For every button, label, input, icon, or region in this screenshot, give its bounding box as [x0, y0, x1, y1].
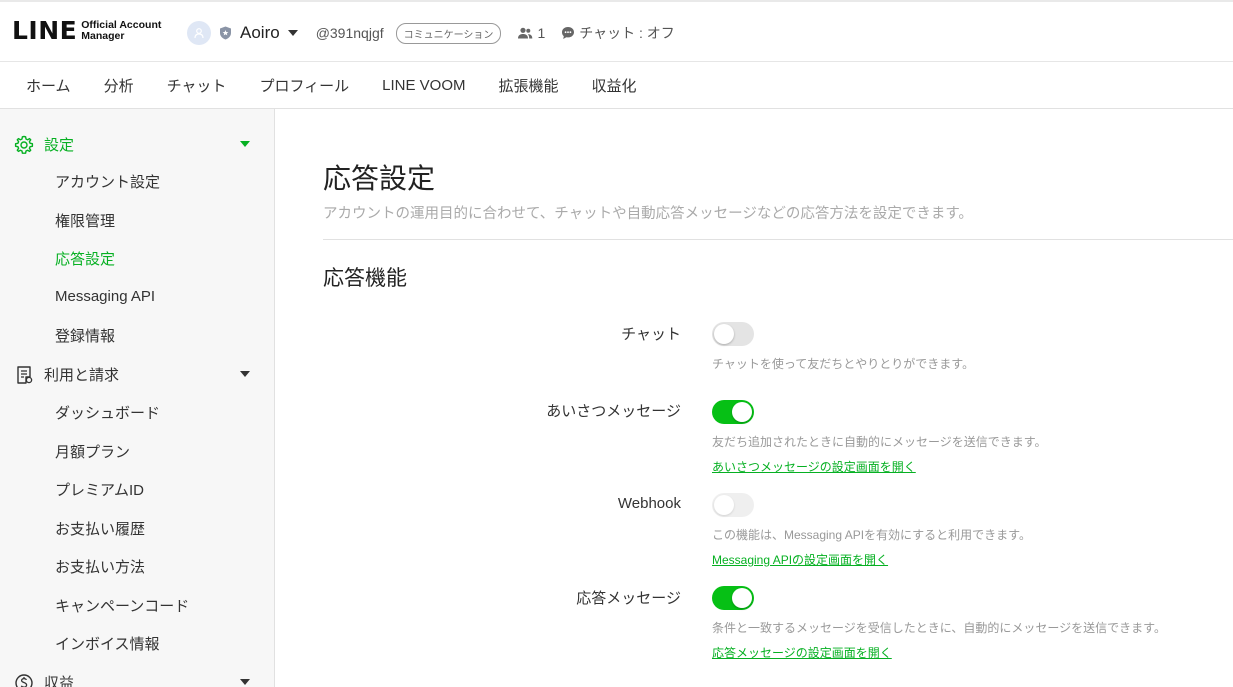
logo-subtitle: Official Account Manager: [81, 18, 162, 42]
sidebar-item-campaign-code[interactable]: キャンペーンコード: [55, 595, 189, 616]
sidebar-item-response-settings[interactable]: 応答設定: [55, 248, 115, 269]
sidebar-item-messaging-api[interactable]: Messaging API: [55, 288, 155, 305]
plan-badge: コミュニケーション: [395, 22, 502, 44]
nav-extensions[interactable]: 拡張機能: [499, 75, 559, 96]
greeting-message-toggle[interactable]: [712, 400, 754, 424]
avatar[interactable]: [187, 21, 211, 45]
gear-icon: [14, 135, 34, 154]
line-oa-manager-logo[interactable]: LINE Official Account Manager: [12, 18, 161, 43]
sidebar-item-payment-history[interactable]: お支払い履歴: [55, 518, 145, 539]
webhook-toggle[interactable]: [712, 493, 754, 517]
divider: [323, 239, 1233, 240]
chat-bubble-icon: [562, 27, 575, 39]
greeting-message-settings-link[interactable]: あいさつメッセージの設定画面を開く: [712, 458, 916, 475]
shield-icon: [220, 26, 231, 40]
toggle-knob: [732, 402, 752, 422]
webhook-label: Webhook: [617, 495, 681, 512]
sidebar-item-monthly-plan[interactable]: 月額プラン: [55, 441, 130, 462]
chat-description: チャットを使って友だちとやりとりができます。: [712, 357, 975, 371]
user-icon: [194, 28, 204, 39]
chat-status[interactable]: チャット : オフ: [561, 23, 675, 43]
main-nav: ホーム 分析 チャット プロフィール LINE VOOM 拡張機能 収益化: [0, 62, 1233, 109]
sidebar: 設定 アカウント設定 権限管理 応答設定 Messaging API 登録情報 …: [0, 109, 275, 687]
auto-response-toggle[interactable]: [712, 586, 754, 610]
section-title: 応答機能: [323, 267, 407, 290]
chevron-down-icon: [240, 371, 250, 377]
greeting-message-label: あいさつメッセージ: [546, 403, 681, 420]
sidebar-item-invoice-info[interactable]: インボイス情報: [55, 633, 160, 654]
sidebar-item-premium-id[interactable]: プレミアムID: [55, 479, 144, 500]
toggle-knob: [714, 495, 734, 515]
nav-chat[interactable]: チャット: [167, 75, 227, 96]
nav-analytics[interactable]: 分析: [104, 75, 134, 96]
auto-response-label: 応答メッセージ: [576, 590, 681, 607]
chat-label: チャット: [621, 326, 681, 343]
sidebar-group-label: 設定: [44, 137, 75, 154]
sidebar-group-label: 利用と請求: [44, 367, 120, 384]
account-name[interactable]: Aoiro: [240, 23, 280, 43]
nav-line-voom[interactable]: LINE VOOM: [382, 77, 465, 94]
greeting-message-description: 友だち追加されたときに自動的にメッセージを送信できます。: [712, 435, 1047, 449]
chevron-down-icon: [240, 141, 250, 147]
document-icon: [17, 365, 33, 384]
logo-wordmark: LINE: [12, 16, 78, 45]
nav-home[interactable]: ホーム: [26, 75, 71, 96]
sidebar-group-settings[interactable]: 設定: [14, 134, 254, 155]
page-title: 応答設定: [323, 163, 436, 194]
sidebar-item-account-settings[interactable]: アカウント設定: [55, 171, 160, 192]
auto-response-description: 条件と一致するメッセージを受信したときに、自動的にメッセージを送信できます。: [712, 621, 1166, 635]
sidebar-group-billing[interactable]: 利用と請求: [14, 364, 254, 385]
nav-profile[interactable]: プロフィール: [259, 75, 349, 96]
messaging-api-settings-link[interactable]: Messaging APIの設定画面を開く: [712, 551, 888, 568]
webhook-description: この機能は、Messaging APIを有効にすると利用できます。: [712, 528, 1031, 542]
users-icon: [518, 27, 533, 39]
toggle-knob: [714, 324, 734, 344]
sidebar-item-permissions[interactable]: 権限管理: [55, 210, 115, 231]
account-id: @391nqjgf: [315, 25, 384, 41]
chevron-down-icon: [240, 679, 250, 685]
sidebar-item-payment-method[interactable]: お支払い方法: [55, 556, 145, 577]
page-description: アカウントの運用目的に合わせて、チャットや自動応答メッセージなどの応答方法を設定…: [323, 206, 973, 222]
friend-count[interactable]: 1: [517, 25, 545, 41]
chat-toggle[interactable]: [712, 322, 754, 346]
sidebar-group-revenue[interactable]: 収益: [14, 672, 254, 687]
top-bar: LINE Official Account Manager Aoiro @391…: [0, 0, 1233, 62]
toggle-knob: [732, 588, 752, 608]
auto-response-settings-link[interactable]: 応答メッセージの設定画面を開く: [712, 644, 892, 661]
sidebar-item-dashboard[interactable]: ダッシュボード: [55, 402, 160, 423]
coin-icon: [15, 673, 33, 687]
nav-monetization[interactable]: 収益化: [592, 75, 637, 96]
chevron-down-icon[interactable]: [287, 30, 298, 36]
sidebar-group-label: 収益: [44, 675, 75, 687]
account-switcher: Aoiro @391nqjgf コミュニケーション 1 チャット : オフ: [187, 21, 675, 45]
sidebar-item-registration-info[interactable]: 登録情報: [55, 325, 115, 346]
